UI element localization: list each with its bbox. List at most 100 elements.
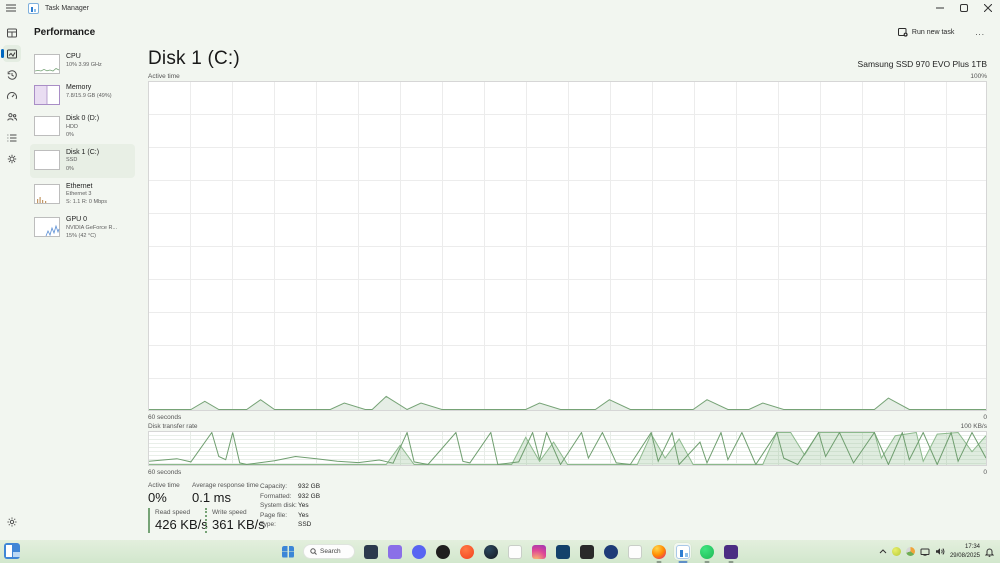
network-icon[interactable] (920, 548, 930, 556)
volume-icon[interactable] (935, 547, 945, 556)
navigation-rail (0, 16, 24, 540)
taskbar-app-firefox[interactable] (650, 543, 667, 563)
taskbar-app-dark-app[interactable] (434, 543, 451, 560)
run-new-task-button[interactable]: Run new task (892, 25, 960, 40)
details-icon (3, 129, 21, 146)
taskbar-app-discord[interactable] (410, 543, 427, 560)
nav-performance[interactable] (0, 43, 24, 64)
nav-settings[interactable] (0, 511, 24, 532)
processes-icon (3, 24, 21, 41)
performance-list: CPU 10% 3.99 GHz Memory 7.8/15.9 GB (49%) … (30, 48, 135, 245)
disk0-thumbnail-chart (34, 116, 60, 136)
perf-item-disk0[interactable]: Disk 0 (D:) HDD 0% (30, 110, 135, 144)
info-row-page-file: Page file: Yes (260, 511, 309, 519)
info-row-system-disk: System disk: Yes (260, 502, 309, 510)
firefox-icon (651, 544, 666, 559)
active-time-chart (148, 81, 987, 411)
windows-logo-icon (282, 545, 294, 558)
search-icon (310, 548, 317, 555)
start-button[interactable] (280, 544, 296, 560)
info-row-type: Type: SSD (260, 521, 312, 529)
perf-item-gpu[interactable]: GPU 0 NVIDIA GeForce R... 15% (42 °C) (30, 211, 135, 245)
taskbar-app-file-explorer[interactable] (362, 543, 379, 560)
run-new-task-label: Run new task (911, 29, 955, 36)
notification-bell-icon[interactable] (985, 547, 994, 557)
users-icon (3, 108, 21, 125)
active-time-chart-label: Active time (148, 73, 180, 80)
settings-gear-icon (3, 513, 21, 530)
tray-app-icon-2[interactable] (905, 547, 915, 556)
title-bar: Task Manager (0, 0, 1000, 16)
perf-item-disk1[interactable]: Disk 1 (C:) SSD 0% (30, 143, 135, 178)
notepad-icon (507, 544, 522, 559)
nav-processes[interactable] (0, 22, 24, 43)
taskbar-app-whatsapp[interactable] (698, 543, 715, 563)
info-row-formatted: Formatted: 932 GB (260, 492, 321, 500)
active-time-stat-label: Active time (148, 482, 180, 489)
nav-users[interactable] (0, 106, 24, 127)
more-options-button[interactable]: ... (970, 26, 990, 39)
transfer-rate-chart-label: Disk transfer rate (148, 423, 198, 430)
document-icon (627, 544, 642, 559)
transfer-rate-xaxis-label: 60 seconds (148, 469, 182, 476)
taskbar-app-notepad[interactable] (506, 543, 523, 560)
ethernet-thumbnail-chart (34, 183, 60, 204)
nav-app-history[interactable] (0, 64, 24, 85)
taskbar-app-task-manager[interactable] (674, 543, 691, 563)
widgets-button[interactable] (4, 543, 20, 559)
tray-time: 17:34 (964, 544, 980, 551)
taskbar-app-battlenet[interactable] (554, 543, 571, 560)
perf-item-ethernet[interactable]: Ethernet Ethernet 3 S: 1.1 R: 0 Mbps (30, 178, 135, 212)
app-purple-icon (723, 544, 738, 559)
menu-icon[interactable] (0, 4, 22, 12)
taskbar-search[interactable]: Search (303, 544, 355, 559)
perf-item-cpu[interactable]: CPU 10% 3.99 GHz (30, 48, 135, 79)
taskbar: Search 17:34 29/08/2025 (0, 540, 1000, 563)
taskbar-app-document[interactable] (626, 543, 643, 560)
transfer-rate-ymax-label: 100 KB/s (960, 423, 987, 430)
taskbar-app-epic-games[interactable] (578, 543, 595, 560)
performance-icon (3, 45, 21, 62)
info-row-capacity: Capacity: 932 GB (260, 483, 321, 490)
disk1-thumbnail-chart (34, 149, 60, 170)
perf-item-memory[interactable]: Memory 7.8/15.9 GB (49%) (30, 79, 135, 110)
page-title: Performance (34, 27, 96, 38)
taskbar-app-app-purple[interactable] (722, 543, 739, 563)
blue-app-icon (603, 544, 618, 559)
active-time-ymax-label: 100% (970, 73, 987, 80)
read-speed-stat: Read speed 426 KB/s (148, 508, 208, 533)
write-speed-value: 361 KB/s (212, 517, 265, 532)
taskbar-app-steam[interactable] (482, 543, 499, 560)
brave-icon (459, 544, 474, 559)
tray-app-icon-1[interactable] (891, 547, 901, 556)
read-speed-value: 426 KB/s (155, 517, 208, 532)
tray-overflow-chevron-icon[interactable] (879, 549, 887, 554)
avg-response-stat-label: Average response time (192, 482, 259, 489)
run-new-task-icon (897, 28, 908, 37)
close-button[interactable] (976, 0, 1000, 16)
steam-icon (483, 544, 498, 559)
nav-startup-apps[interactable] (0, 85, 24, 106)
tray-date: 29/08/2025 (949, 552, 980, 559)
active-time-stat-value: 0% (148, 490, 167, 505)
disk-info-table: Capacity: 932 GB Formatted: 932 GB System … (260, 482, 320, 530)
avg-response-stat-value: 0.1 ms (192, 490, 232, 505)
instagram-icon (531, 544, 546, 559)
taskbar-app-brave[interactable] (458, 543, 475, 560)
transfer-rate-chart (148, 431, 987, 466)
chat-icon (387, 544, 402, 559)
taskbar-app-blue-app[interactable] (602, 543, 619, 560)
taskbar-app-instagram[interactable] (530, 543, 547, 560)
maximize-button[interactable] (952, 0, 976, 16)
startup-apps-icon (3, 87, 21, 104)
nav-details[interactable] (0, 127, 24, 148)
memory-thumbnail-chart (34, 85, 60, 105)
gpu-thumbnail-chart (34, 217, 60, 238)
minimize-button[interactable] (928, 0, 952, 16)
toolbar: Run new task ... (892, 25, 990, 40)
nav-services[interactable] (0, 148, 24, 169)
battlenet-icon (555, 544, 570, 559)
taskbar-clock[interactable]: 17:34 29/08/2025 (950, 543, 980, 559)
taskbar-app-chat[interactable] (386, 543, 403, 560)
app-history-icon (3, 66, 21, 83)
